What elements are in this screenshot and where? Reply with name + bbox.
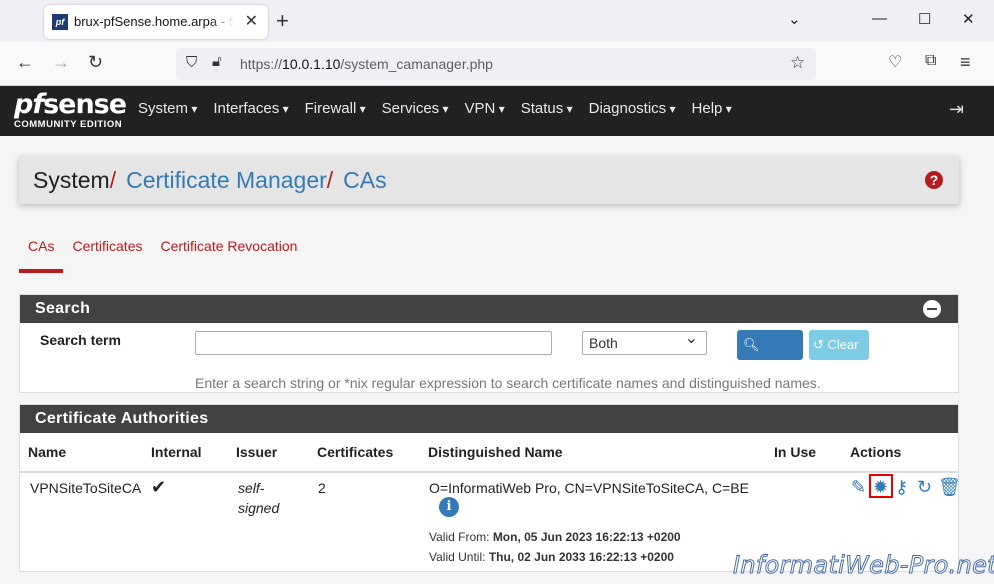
forward-icon[interactable]: → xyxy=(52,52,70,73)
ca-panel: Certificate Authorities Name Internal Is… xyxy=(19,404,961,572)
crumb-cas[interactable]: CAs xyxy=(343,167,386,193)
menu-status[interactable]: Status xyxy=(513,100,581,117)
check-icon: ✔ xyxy=(151,477,167,497)
header-divider xyxy=(20,471,958,473)
col-in-use: In Use xyxy=(774,444,817,460)
certificate-count: 2 xyxy=(318,480,326,496)
tab-certificate-revocation[interactable]: Certificate Revocation xyxy=(151,238,306,273)
pfsense-logo[interactable]: pfsense COMMUNITY EDITION xyxy=(14,90,127,131)
app-menu-icon[interactable]: ≡ xyxy=(960,52,971,73)
browser-tabstrip: pf brux-pfSense.home.arpa - System: Cert… xyxy=(0,0,994,42)
url-text[interactable]: https://10.0.1.10/system_camanager.php xyxy=(240,56,493,72)
crumb-certificate-manager[interactable]: Certificate Manager xyxy=(126,167,327,193)
col-issuer: Issuer xyxy=(236,444,278,460)
pocket-icon[interactable]: ♡ xyxy=(888,52,902,72)
search-input[interactable] xyxy=(195,331,552,355)
menu-system[interactable]: System xyxy=(130,100,205,117)
window-close-icon[interactable]: ✕ xyxy=(962,10,975,28)
menu-services[interactable]: Services xyxy=(374,100,457,117)
undo-icon: ↺ xyxy=(813,337,824,352)
browser-navbar: ← → ↻ ⛉ 🔓︎ https://10.0.1.10/system_cama… xyxy=(0,42,994,86)
back-icon[interactable]: ← xyxy=(16,52,34,73)
new-tab-icon[interactable]: + xyxy=(276,8,289,34)
key-icon[interactable]: ⚷ xyxy=(895,477,908,498)
distinguished-name: O=InformatiWeb Pro, CN=VPNSiteToSiteCA, … xyxy=(429,480,749,496)
maximize-icon[interactable]: ☐ xyxy=(918,10,931,28)
search-hint: Enter a search string or *nix regular ex… xyxy=(195,375,821,391)
pencil-icon[interactable]: ✎ xyxy=(851,477,866,498)
main-menu: System Interfaces Firewall Services VPN … xyxy=(130,100,740,117)
menu-vpn[interactable]: VPN xyxy=(457,100,513,117)
search-panel: Search Search term Both 🔍︎ Search ↺ Clea… xyxy=(19,294,959,393)
info-icon[interactable]: i xyxy=(439,497,459,517)
collapse-icon[interactable] xyxy=(923,300,941,318)
valid-until: Valid Until: Thu, 02 Jun 2033 16:22:13 +… xyxy=(429,550,674,564)
close-tab-icon[interactable]: ✕ xyxy=(245,11,258,31)
renew-icon[interactable]: ↻ xyxy=(917,477,932,498)
col-certificates: Certificates xyxy=(317,444,394,460)
reload-icon[interactable]: ↻ xyxy=(88,52,103,73)
crumb-system: System xyxy=(33,167,110,193)
col-name: Name xyxy=(28,444,67,460)
ca-panel-heading: Certificate Authorities xyxy=(20,405,958,433)
bookmark-star-icon[interactable]: ☆ xyxy=(790,53,805,73)
search-panel-heading: Search xyxy=(20,295,958,323)
highlight-box xyxy=(869,474,893,498)
tab-title: brux-pfSense.home.arpa - System: Certifi… xyxy=(74,14,234,29)
col-internal: Internal xyxy=(151,444,202,460)
menu-help[interactable]: Help xyxy=(684,100,740,117)
search-icon: 🔍︎ xyxy=(743,337,760,352)
browser-tab[interactable]: pf brux-pfSense.home.arpa - System: Cert… xyxy=(44,5,268,39)
minimize-icon[interactable]: — xyxy=(872,10,887,27)
logout-icon[interactable]: ⇥ xyxy=(949,99,964,120)
menu-diagnostics[interactable]: Diagnostics xyxy=(581,100,684,117)
url-bar[interactable]: ⛉ 🔓︎ https://10.0.1.10/system_camanager.… xyxy=(176,48,816,80)
lock-icon[interactable]: 🔓︎ xyxy=(212,53,222,70)
extensions-icon[interactable]: ⧉ xyxy=(925,52,936,70)
menu-firewall[interactable]: Firewall xyxy=(297,100,374,117)
ca-name: VPNSiteToSiteCA xyxy=(30,480,142,496)
col-distinguished-name: Distinguished Name xyxy=(428,444,563,460)
trash-icon[interactable]: 🗑︎ xyxy=(938,477,961,498)
pfsense-header: pfsense COMMUNITY EDITION System Interfa… xyxy=(0,86,994,136)
help-icon[interactable]: ? xyxy=(925,171,943,189)
clear-button[interactable]: ↺ Clear xyxy=(809,330,869,360)
search-scope-select[interactable]: Both xyxy=(582,328,707,355)
search-button[interactable]: 🔍︎ Search xyxy=(737,330,803,382)
col-actions: Actions xyxy=(850,444,902,460)
breadcrumb: System/Certificate Manager/CAs ? xyxy=(19,156,959,204)
watermark: InformatiWeb-Pro.net xyxy=(733,551,994,580)
menu-interfaces[interactable]: Interfaces xyxy=(205,100,296,117)
issuer: self- signed xyxy=(238,480,280,516)
tab-certificates[interactable]: Certificates xyxy=(63,238,151,273)
sub-tabs: CAs Certificates Certificate Revocation xyxy=(19,238,306,273)
valid-from: Valid From: Mon, 05 Jun 2023 16:22:13 +0… xyxy=(429,530,681,544)
shield-icon[interactable]: ⛉ xyxy=(186,54,197,71)
tab-list-icon[interactable]: ⌄ xyxy=(788,10,801,28)
search-term-label: Search term xyxy=(40,332,121,348)
tab-cas[interactable]: CAs xyxy=(19,238,64,273)
favicon-icon: pf xyxy=(52,14,68,30)
